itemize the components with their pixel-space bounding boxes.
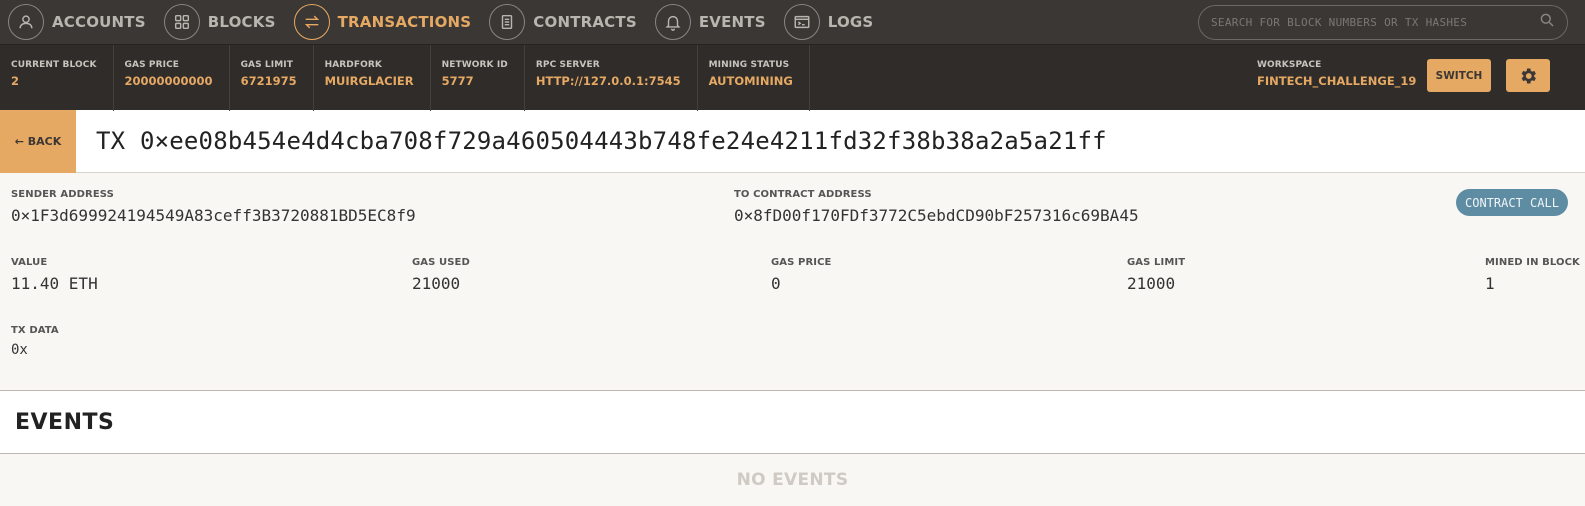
stat-label: GAS LIMIT [240, 59, 293, 70]
stat-value: 5777 [441, 73, 474, 88]
no-events-message: NO EVENTS [736, 470, 849, 490]
gas-price-field: GAS PRICE 0 [771, 257, 831, 293]
gas-used-label: GAS USED [412, 257, 470, 268]
sender-address-value: 0×1F3d699924194549A83ceff3B3720881BD5EC8… [11, 206, 416, 225]
gas-used-field: GAS USED 21000 [412, 257, 470, 293]
search-box[interactable] [1198, 5, 1568, 40]
stat-hardfork: HARDFORK MUIRGLACIER [314, 44, 431, 111]
tx-data-value: 0x [11, 342, 28, 358]
status-bar: CURRENT BLOCK 2 GAS PRICE 20000000000 GA… [0, 44, 1585, 111]
gas-limit-value: 21000 [1127, 274, 1176, 293]
nav-events-label: EVENTS [698, 13, 766, 31]
stat-value: 6721975 [240, 73, 297, 88]
workspace-value: FINTECH_CHALLENGE_19 [1257, 74, 1417, 88]
gas-limit-field: GAS LIMIT 21000 [1127, 257, 1185, 293]
stat-label: RPC SERVER [535, 59, 600, 70]
mined-in-block-value: 1 [1485, 274, 1495, 293]
search-icon[interactable] [1539, 12, 1555, 33]
stat-label: HARDFORK [324, 59, 382, 70]
person-icon [8, 4, 44, 40]
tx-data-field: TX DATA 0x [11, 325, 59, 358]
tx-details: SENDER ADDRESS 0×1F3d699924194549A83ceff… [0, 173, 1585, 391]
workspace-label: WORKSPACE [1257, 60, 1322, 70]
events-header: EVENTS [0, 391, 1585, 454]
stat-value: HTTP://127.0.0.1:7545 [535, 73, 681, 88]
search-input[interactable] [1211, 16, 1539, 29]
nav-logs-label: LOGS [827, 13, 874, 31]
stat-gas-limit: GAS LIMIT 6721975 [230, 44, 314, 111]
to-contract-address-label: TO CONTRACT ADDRESS [734, 189, 872, 200]
sender-address-field: SENDER ADDRESS 0×1F3d699924194549A83ceff… [11, 189, 416, 225]
to-contract-address-field: TO CONTRACT ADDRESS 0×8fD00f170FDf3772C5… [734, 189, 1139, 225]
value-label: VALUE [11, 257, 48, 268]
stat-value: 2 [11, 73, 20, 88]
switch-workspace-button[interactable]: SWITCH [1427, 59, 1491, 92]
workspace-info: WORKSPACE FINTECH_CHALLENGE_19 [1257, 60, 1416, 88]
nav-accounts-label: ACCOUNTS [52, 13, 146, 31]
gas-used-value: 21000 [412, 274, 461, 293]
stat-label: MINING STATUS [708, 59, 790, 70]
stat-rpc-server: RPC SERVER HTTP://127.0.0.1:7545 [525, 44, 698, 111]
stat-current-block: CURRENT BLOCK 2 [0, 44, 114, 111]
stat-label: GAS PRICE [124, 59, 180, 70]
nav-contracts-label: CONTRACTS [533, 13, 637, 31]
terminal-icon [783, 4, 820, 40]
nav-blocks[interactable]: BLOCKS [156, 0, 286, 44]
grid-icon [163, 4, 200, 40]
stat-mining-status: MINING STATUS AUTOMINING [698, 44, 810, 111]
to-contract-address-value: 0×8fD00f170FDf3772C5ebdCD90bF257316c69BA… [734, 206, 1139, 225]
value-value: 11.40 ETH [11, 274, 98, 293]
sender-address-label: SENDER ADDRESS [11, 189, 114, 200]
bell-icon [654, 4, 691, 40]
events-list: NO EVENTS [0, 454, 1585, 506]
tx-data-label: TX DATA [11, 325, 59, 336]
tx-title-row: ← BACK TX 0×ee08b454e4d4cba708f729a46050… [0, 109, 1585, 173]
swap-arrows-icon [293, 4, 330, 40]
document-icon [489, 4, 526, 40]
stat-value: MUIRGLACIER [324, 73, 414, 88]
stat-value: 20000000000 [124, 73, 213, 88]
nav-transactions-label: TRANSACTIONS [337, 13, 472, 31]
gas-price-value: 0 [771, 274, 781, 293]
mined-in-block-label: MINED IN BLOCK [1485, 257, 1580, 268]
tx-hash-title: TX 0×ee08b454e4d4cba708f729a460504443b74… [96, 127, 1107, 155]
contract-call-badge: CONTRACT CALL [1456, 189, 1568, 216]
stat-value: AUTOMINING [708, 73, 793, 88]
nav-blocks-label: BLOCKS [207, 13, 276, 31]
events-heading: EVENTS [15, 409, 115, 435]
nav-logs[interactable]: LOGS [776, 0, 884, 44]
gear-icon [1521, 68, 1536, 83]
stat-network-id: NETWORK ID 5777 [431, 44, 525, 111]
nav-contracts[interactable]: CONTRACTS [481, 0, 647, 44]
nav-transactions[interactable]: TRANSACTIONS [286, 0, 482, 44]
nav-accounts[interactable]: ACCOUNTS [0, 0, 156, 44]
nav-events[interactable]: EVENTS [647, 0, 776, 44]
value-field: VALUE 11.40 ETH [11, 257, 98, 293]
gas-price-label: GAS PRICE [771, 257, 832, 268]
top-nav: ACCOUNTS BLOCKS TRANSACTIONS CONTRACTS E… [0, 0, 1585, 44]
gas-limit-label: GAS LIMIT [1127, 257, 1186, 268]
back-button[interactable]: ← BACK [0, 109, 76, 173]
mined-in-block-field: MINED IN BLOCK 1 [1485, 257, 1580, 293]
stat-gas-price: GAS PRICE 20000000000 [114, 44, 230, 111]
stat-label: NETWORK ID [441, 59, 508, 70]
settings-button[interactable] [1506, 59, 1550, 92]
stat-label: CURRENT BLOCK [11, 59, 97, 70]
